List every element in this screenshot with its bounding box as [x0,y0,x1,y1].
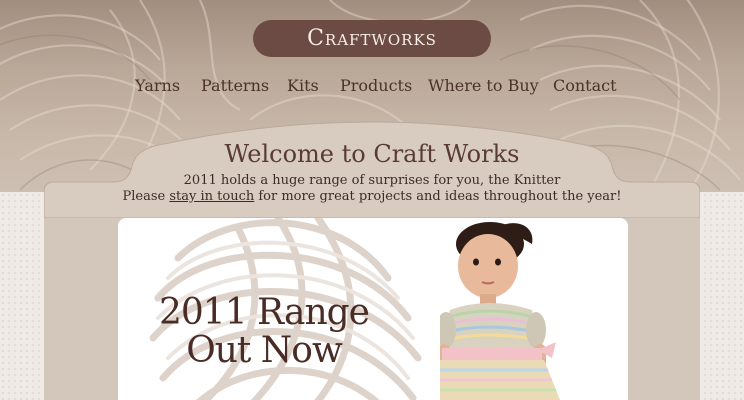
hero-headline-line2: Out Now [186,330,343,371]
nav-contact[interactable]: Contact [553,76,617,95]
nav-patterns[interactable]: Patterns [201,76,269,95]
welcome-cta-prefix: Please [122,189,170,204]
welcome-title: Welcome to Craft Works [224,140,520,168]
craftworks-logo[interactable]: Craftworks [253,20,491,57]
welcome-cta-text: Please stay in touch for more great proj… [0,189,744,204]
nav-yarns[interactable]: Yarns [135,76,180,95]
stay-in-touch-link[interactable]: stay in touch [169,189,254,204]
child-knitwear-photo [440,222,560,400]
nav-kits[interactable]: Kits [287,76,319,95]
logo-text: Craftworks [307,26,437,51]
nav-products[interactable]: Products [340,76,412,95]
hero-headline-line1: 2011 Range [159,292,370,333]
welcome-intro-text: 2011 holds a huge range of surprises for… [183,173,561,188]
hero-headline: 2011 Range Out Now [154,294,374,370]
nav-where-to-buy[interactable]: Where to Buy [428,76,539,95]
main-nav: Yarns Patterns Kits Products Where to Bu… [0,76,744,98]
hero-banner[interactable]: 2011 Range Out Now [118,218,628,400]
welcome-cta-suffix: for more great projects and ideas throug… [254,189,622,204]
